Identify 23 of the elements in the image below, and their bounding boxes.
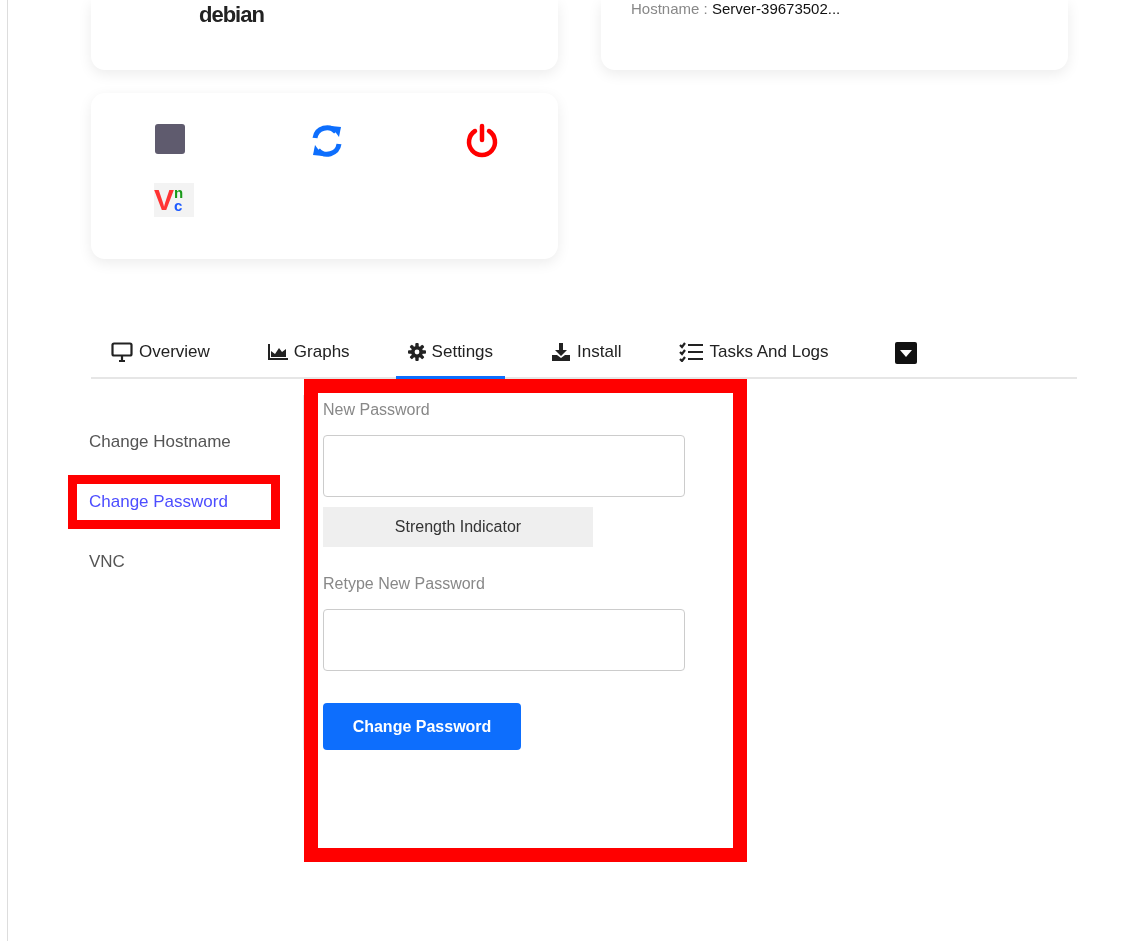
field-label: Retype New Password bbox=[323, 575, 486, 593]
tab[interactable]: Tasks And Logs bbox=[667, 342, 841, 379]
checklist-icon bbox=[679, 342, 704, 362]
password-field[interactable] bbox=[323, 609, 685, 671]
strength-indicator: Strength Indicator bbox=[323, 507, 593, 547]
tab[interactable]: Install bbox=[539, 342, 634, 379]
settings-menu-item[interactable]: VNC bbox=[68, 535, 280, 589]
hostname-value: Server-39673502... bbox=[711, 0, 841, 17]
tab[interactable]: Settings bbox=[395, 342, 506, 379]
dropdown-icon bbox=[894, 342, 917, 364]
debian-logo: debian bbox=[199, 2, 264, 28]
settings-menu-item[interactable]: Change Hostname bbox=[68, 415, 280, 469]
field-label: New Password bbox=[323, 401, 431, 419]
password-field[interactable] bbox=[323, 435, 685, 497]
tab[interactable]: Graphs bbox=[255, 342, 362, 379]
area-chart-icon bbox=[267, 344, 288, 360]
hostname-label: Hostname : bbox=[631, 0, 708, 17]
tab[interactable]: Overview bbox=[99, 342, 222, 379]
change-password-button[interactable]: Change Password bbox=[323, 703, 521, 750]
download-icon bbox=[551, 343, 572, 361]
monitor-icon bbox=[111, 342, 133, 362]
settings-icon bbox=[407, 343, 426, 361]
settings-menu-item[interactable]: Change Password bbox=[68, 475, 280, 529]
